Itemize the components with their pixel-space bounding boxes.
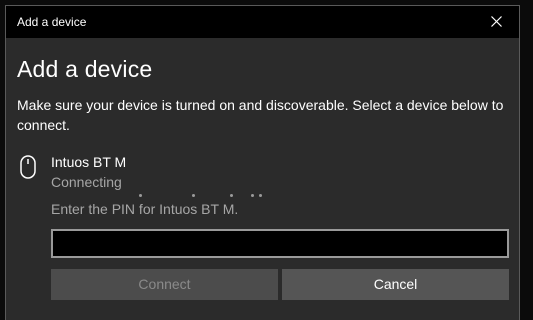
progress-dot: [230, 194, 233, 197]
pin-label: Enter the PIN for Intuos BT M.: [51, 201, 239, 217]
close-button[interactable]: [475, 6, 519, 38]
mouse-icon: [20, 155, 36, 179]
progress-dot: [251, 194, 254, 197]
device-status: Connecting: [51, 174, 122, 190]
progress-dot: [139, 194, 142, 197]
dialog-heading: Add a device: [17, 56, 153, 82]
title-bar[interactable]: Add a device: [6, 6, 519, 38]
progress-dot: [259, 194, 262, 197]
progress-dots: [6, 194, 306, 200]
window-title: Add a device: [17, 15, 87, 29]
add-device-dialog: Add a device Add a device Make sure your…: [5, 5, 520, 320]
pin-input[interactable]: [51, 229, 509, 258]
connect-button[interactable]: Connect: [51, 269, 278, 300]
progress-dot: [192, 194, 195, 197]
device-name[interactable]: Intuos BT M: [51, 154, 126, 170]
dialog-description: Make sure your device is turned on and d…: [17, 97, 504, 133]
cancel-button[interactable]: Cancel: [282, 269, 509, 300]
close-icon: [491, 16, 502, 27]
